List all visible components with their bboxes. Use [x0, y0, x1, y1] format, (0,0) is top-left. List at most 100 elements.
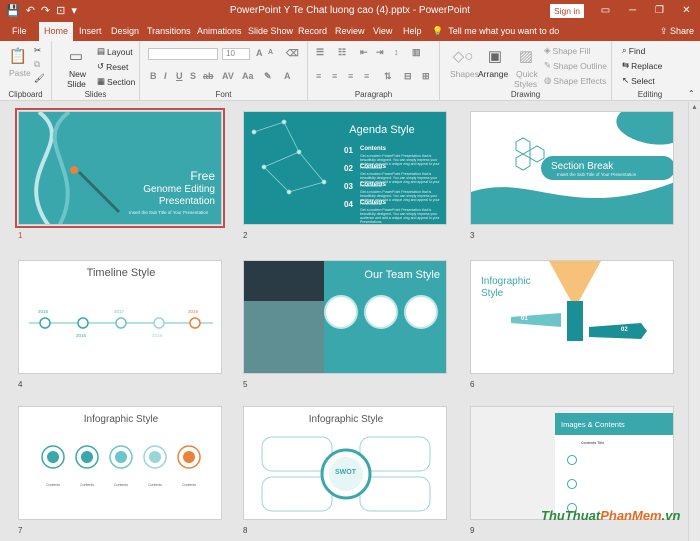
shapes-button[interactable]: Shapes	[450, 69, 479, 79]
shape-effects-button[interactable]: ◍ Shape Effects	[544, 75, 606, 86]
vertical-scrollbar[interactable]: ▲	[688, 102, 700, 541]
layout-button[interactable]: ▤ Layout	[97, 46, 133, 57]
redo-icon[interactable]: ↷	[41, 3, 50, 19]
strikethrough-icon[interactable]: ab	[203, 71, 214, 81]
tab-transitions[interactable]: Transitions	[142, 22, 196, 41]
tab-record[interactable]: Record	[293, 22, 332, 41]
text-direction-icon[interactable]: ⇅	[384, 71, 392, 82]
increase-indent-icon[interactable]: ⇥	[376, 47, 384, 58]
align-left-icon[interactable]: ≡	[316, 71, 321, 81]
undo-icon[interactable]: ↶	[26, 3, 35, 19]
smartart-icon[interactable]: ⊞	[422, 71, 430, 82]
spacing-icon[interactable]: AV	[222, 71, 234, 81]
line-spacing-icon[interactable]: ↕	[394, 47, 399, 57]
customize-qat-icon[interactable]: ▾	[71, 3, 77, 19]
section-button[interactable]: ▦ Section	[97, 76, 135, 87]
italic-icon[interactable]: I	[164, 71, 167, 81]
slide-thumbnail[interactable]: Agenda Style 01 Contents Get a modern Po…	[243, 111, 447, 225]
tab-slide-show[interactable]: Slide Show	[243, 22, 298, 41]
font-group: 10 A A ⌫ B I U S ab AV Aa ✎ A Font	[140, 41, 308, 101]
quick-styles-icon[interactable]: ▨	[514, 47, 538, 65]
new-slide-label-1[interactable]: New	[69, 69, 86, 79]
shadow-icon[interactable]: S	[190, 71, 196, 81]
scroll-up-icon[interactable]: ▲	[691, 104, 698, 111]
close-icon[interactable]: ✕	[673, 0, 700, 22]
watermark-logo: ThuThuatPhanMem.vn	[541, 508, 680, 523]
save-icon[interactable]: 💾	[6, 3, 20, 19]
select-button[interactable]: ↖ Select	[622, 75, 655, 86]
tab-design[interactable]: Design	[106, 22, 144, 41]
editing-label: Editing	[637, 90, 663, 99]
slide-subtitle: Insert the Sub Title of Your Presentatio…	[129, 210, 209, 215]
reset-button[interactable]: ↺ Reset	[97, 61, 128, 72]
editing-group: ⌕ Find ⇆ Replace ↖ Select Editing	[612, 41, 688, 101]
bold-icon[interactable]: B	[150, 71, 157, 81]
shapes-icon[interactable]: ◇○	[450, 47, 476, 65]
pen-icon: ✎	[544, 60, 552, 70]
present-icon[interactable]: ⊡	[56, 3, 65, 19]
paste-icon[interactable]: 📋	[6, 47, 30, 65]
cut-icon[interactable]: ✂	[34, 45, 41, 56]
team-member-photo	[404, 295, 438, 329]
restore-icon[interactable]: ❐	[646, 0, 673, 22]
arrange-icon[interactable]: ▣	[482, 47, 508, 65]
cursor-icon: ↖	[622, 75, 630, 85]
arrange-button[interactable]: Arrange	[478, 69, 508, 79]
quick-styles-label-1[interactable]: Quick	[516, 69, 538, 79]
find-button[interactable]: ⌕ Find	[622, 45, 645, 56]
paste-button[interactable]: Paste	[9, 68, 31, 78]
slide-number: 8	[243, 526, 248, 535]
slide-thumbnail[interactable]: Infographic Style 01 02	[470, 260, 674, 374]
shape-outline-button[interactable]: ✎ Shape Outline	[544, 60, 607, 71]
paragraph-group: ☰ ☷ ⇤ ⇥ ↕ ▥ ≡ ≡ ≡ ≡ ⇅ ⊟ ⊞ Paragraph	[308, 41, 440, 101]
infographic-label: Contents	[114, 483, 129, 487]
bullets-icon[interactable]: ☰	[316, 47, 324, 58]
decrease-indent-icon[interactable]: ⇤	[360, 47, 368, 58]
tab-animations[interactable]: Animations	[192, 22, 247, 41]
slide-thumbnail[interactable]: Timeline Style 2015 2016 2017 2018 2019	[18, 260, 222, 374]
clear-format-icon[interactable]: ⌫	[286, 48, 299, 59]
content-icon	[567, 455, 577, 465]
collapse-ribbon-icon[interactable]: ⌃	[688, 89, 695, 98]
columns-icon[interactable]: ▥	[412, 47, 421, 58]
highlight-icon[interactable]: ✎	[264, 71, 272, 82]
format-painter-icon[interactable]: 🖌	[34, 73, 45, 84]
clipboard-label: Clipboard	[8, 90, 43, 99]
sign-in-button[interactable]: Sign in	[550, 4, 584, 18]
tab-insert[interactable]: Insert	[74, 22, 107, 41]
share-button[interactable]: ⇪ Share	[660, 22, 694, 41]
increase-font-icon[interactable]: A	[256, 48, 263, 58]
align-center-icon[interactable]: ≡	[332, 71, 337, 81]
new-slide-label-2[interactable]: Slide	[67, 79, 86, 89]
tab-view[interactable]: View	[368, 22, 397, 41]
ribbon-display-options-icon[interactable]: ▭	[592, 0, 619, 22]
new-slide-icon[interactable]: ▭	[66, 47, 86, 65]
tab-home[interactable]: Home	[39, 22, 74, 41]
quick-styles-label-2[interactable]: Styles	[514, 79, 537, 89]
replace-button[interactable]: ⇆ Replace	[622, 60, 662, 71]
copy-icon[interactable]: ⧉	[34, 59, 40, 70]
tab-review[interactable]: Review	[330, 22, 370, 41]
slide-thumbnail[interactable]: Our Team Style	[243, 260, 447, 374]
tab-help[interactable]: Help	[398, 22, 427, 41]
decrease-font-icon[interactable]: A	[268, 49, 273, 56]
slide-thumbnail[interactable]: Images & Contents Contents Title	[470, 406, 674, 520]
align-right-icon[interactable]: ≡	[348, 71, 353, 81]
font-size-box[interactable]: 10	[222, 48, 250, 60]
shape-fill-label: Shape Fill	[552, 45, 591, 56]
slide-thumbnail[interactable]: Free Genome Editing Presentation Insert …	[15, 108, 225, 228]
align-text-icon[interactable]: ⊟	[404, 71, 412, 82]
font-color-icon[interactable]: A	[284, 71, 291, 81]
tab-file[interactable]: File	[7, 22, 32, 41]
tell-me-box[interactable]: 💡 Tell me what you want to do	[432, 22, 559, 41]
numbering-icon[interactable]: ☷	[338, 47, 346, 58]
slide-thumbnail[interactable]: Infographic Style Contents Contents Cont…	[18, 406, 222, 520]
shape-fill-button[interactable]: ◈ Shape Fill	[544, 45, 590, 56]
minimize-icon[interactable]: ─	[619, 0, 646, 22]
change-case-icon[interactable]: Aa	[242, 71, 254, 81]
slide-thumbnail[interactable]: Infographic Style SWOT	[243, 406, 447, 520]
underline-icon[interactable]: U	[176, 71, 183, 81]
font-name-box[interactable]	[148, 48, 218, 60]
justify-icon[interactable]: ≡	[364, 71, 369, 81]
slide-thumbnail[interactable]: Section Break Insert the Sub Title of Yo…	[470, 111, 674, 225]
